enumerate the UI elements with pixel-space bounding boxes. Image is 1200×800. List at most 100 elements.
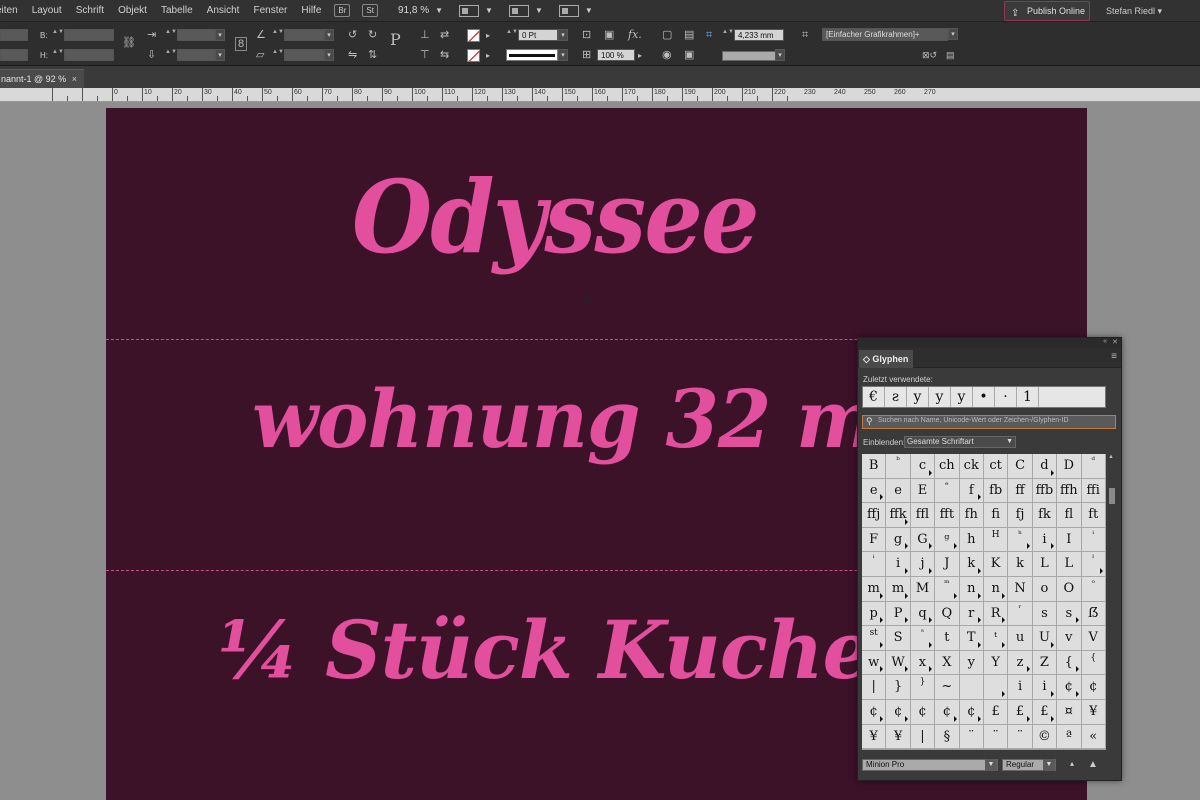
glyph-cell[interactable]: m	[886, 576, 911, 602]
user-menu[interactable]: Stefan Riedl ▾	[1106, 0, 1162, 22]
view-options-dropdown-icon[interactable]: ▼	[485, 6, 493, 15]
glyph-cell[interactable]: ¢	[862, 699, 887, 725]
constrain-proportions-icon[interactable]: ⛓	[122, 37, 136, 49]
glyph-cell[interactable]: ᵇ	[886, 454, 911, 479]
distribute-icon[interactable]: ⇆	[440, 49, 449, 61]
glyph-cell[interactable]: ff	[1008, 478, 1033, 504]
glyph-cell[interactable]: ffj	[862, 503, 887, 528]
glyph-cell[interactable]: }	[886, 675, 911, 700]
glyph-grid-scrollbar[interactable]: ▲	[1108, 454, 1116, 750]
glyph-cell[interactable]: v	[1057, 626, 1082, 651]
glyph-cell[interactable]: ¥	[862, 724, 887, 750]
glyph-cell[interactable]: ck	[959, 454, 984, 479]
glyph-cell[interactable]: ¨	[983, 724, 1009, 750]
recent-glyph[interactable]: ƨ	[885, 387, 907, 407]
glyph-cell[interactable]: §	[935, 724, 960, 750]
glyph-cell[interactable]	[983, 675, 1009, 700]
glyph-cell[interactable]: f	[959, 478, 984, 504]
opacity-field[interactable]: 100 %	[597, 49, 635, 61]
scrollbar-thumb[interactable]	[1109, 488, 1115, 504]
glyph-cell[interactable]: G	[910, 527, 936, 553]
object-style-field[interactable]: [Einfacher Grafikrahmen]+	[822, 28, 948, 41]
glyph-cell[interactable]: ¢	[1057, 675, 1082, 700]
scale-x-field[interactable]	[177, 29, 215, 41]
glyph-cell[interactable]: c	[910, 454, 936, 479]
glyph-cell[interactable]: t	[935, 626, 960, 651]
glyph-cell[interactable]: P	[886, 601, 911, 627]
glyph-cell[interactable]: fk	[1032, 503, 1058, 528]
recent-glyph[interactable]: ·	[995, 387, 1017, 407]
menu-item-objekt[interactable]: Objekt	[111, 0, 154, 22]
glyph-cell[interactable]: ᵉ	[935, 478, 960, 504]
glyph-cell[interactable]: M	[910, 576, 936, 602]
glyph-cell[interactable]: {	[1081, 650, 1106, 676]
zoom-out-glyphs-icon[interactable]: ▴	[1070, 759, 1074, 768]
glyph-cell[interactable]: fb	[983, 478, 1009, 504]
glyph-cell[interactable]: j	[910, 552, 936, 577]
glyph-cell[interactable]: |	[910, 724, 936, 750]
glyph-cell[interactable]: ᵐ	[935, 576, 960, 602]
stroke-weight-dropdown[interactable]: ▾	[558, 29, 568, 41]
y-position-field[interactable]	[0, 49, 28, 61]
glyph-cell[interactable]: ¥	[1081, 699, 1106, 725]
glyph-cell[interactable]: st	[862, 626, 887, 651]
glyph-cell[interactable]: I	[1057, 527, 1082, 553]
stroke-weight-stepper[interactable]: ▲▼	[506, 29, 518, 41]
scale-y-dropdown[interactable]: ▾	[215, 49, 225, 61]
glyph-cell[interactable]: fj	[1008, 503, 1033, 528]
glyph-cell[interactable]: £	[983, 699, 1009, 725]
select-container-icon[interactable]: P	[390, 32, 401, 48]
glyph-cell[interactable]: Z	[1032, 650, 1058, 676]
stock-button[interactable]: St	[362, 4, 378, 17]
glyph-cell[interactable]: ft	[1081, 503, 1106, 528]
glyph-cell[interactable]: n	[983, 576, 1009, 602]
headline-odyssee[interactable]: Odyssee	[352, 158, 760, 276]
menu-item-fenster[interactable]: Fenster	[246, 0, 294, 22]
glyph-cell[interactable]: i	[1032, 675, 1058, 700]
glyph-cell[interactable]: D	[1057, 454, 1082, 479]
panel-menu-icon[interactable]: ≡	[1111, 351, 1117, 362]
glyph-cell[interactable]: fft	[935, 503, 960, 528]
glyph-cell[interactable]: ct	[983, 454, 1009, 479]
screen-mode-button[interactable]	[508, 4, 529, 17]
glyph-cell[interactable]: ˢ	[910, 626, 936, 651]
height-field[interactable]	[64, 49, 114, 61]
glyph-cell[interactable]: ẞ	[1081, 601, 1106, 627]
fill-frame-icon[interactable]: ◉	[662, 49, 672, 61]
zoom-dropdown-icon[interactable]: ▼	[435, 6, 443, 15]
shear-dropdown[interactable]: ▾	[324, 49, 334, 61]
fill-swatch-dropdown-icon[interactable]: ▸	[486, 30, 490, 42]
constrain-scale-icon[interactable]: 8	[235, 37, 248, 51]
glyph-cell[interactable]: X	[935, 650, 960, 676]
width-field[interactable]	[64, 29, 114, 41]
stroke-weight-field[interactable]: 0 Pt	[518, 29, 558, 41]
collapse-panel-icon[interactable]: «	[1103, 338, 1107, 345]
glyph-cell[interactable]: fh	[959, 503, 984, 528]
glyph-cell[interactable]: |	[862, 675, 887, 700]
menu-item-hilfe[interactable]: Hilfe	[294, 0, 328, 22]
glyph-cell[interactable]: E	[910, 478, 936, 504]
recent-glyph[interactable]: y	[907, 387, 929, 407]
select-content-icon[interactable]: ⊤	[420, 49, 430, 61]
glyph-cell[interactable]: ˡ	[1081, 552, 1106, 577]
glyph-cell[interactable]: {	[1057, 650, 1082, 676]
glyph-cell[interactable]: ffl	[910, 503, 936, 528]
scale-y-field[interactable]	[177, 49, 215, 61]
glyph-cell[interactable]: W	[886, 650, 911, 676]
glyph-cell[interactable]: ¢	[1081, 675, 1106, 700]
glyph-cell[interactable]: T	[959, 626, 984, 651]
frame-fitting-icon[interactable]: ▤	[684, 29, 694, 41]
glyph-cell[interactable]: i	[886, 552, 911, 577]
glyph-cell[interactable]: Q	[935, 601, 960, 627]
recent-glyph[interactable]: y	[951, 387, 973, 407]
glyph-cell[interactable]: fl	[1057, 503, 1082, 528]
recent-glyph[interactable]: •	[973, 387, 995, 407]
glyph-cell[interactable]: i	[1008, 675, 1033, 700]
glyph-cell[interactable]: }	[910, 675, 936, 700]
flip-horizontal-icon[interactable]: ⇋	[348, 49, 357, 61]
glyph-cell[interactable]: i	[1032, 527, 1058, 553]
glyph-cell[interactable]: o	[1032, 576, 1058, 602]
glyph-cell[interactable]: ¢	[959, 699, 984, 725]
menu-item-layout[interactable]: Layout	[25, 0, 69, 22]
flip-vertical-icon[interactable]: ⇅	[368, 49, 377, 61]
